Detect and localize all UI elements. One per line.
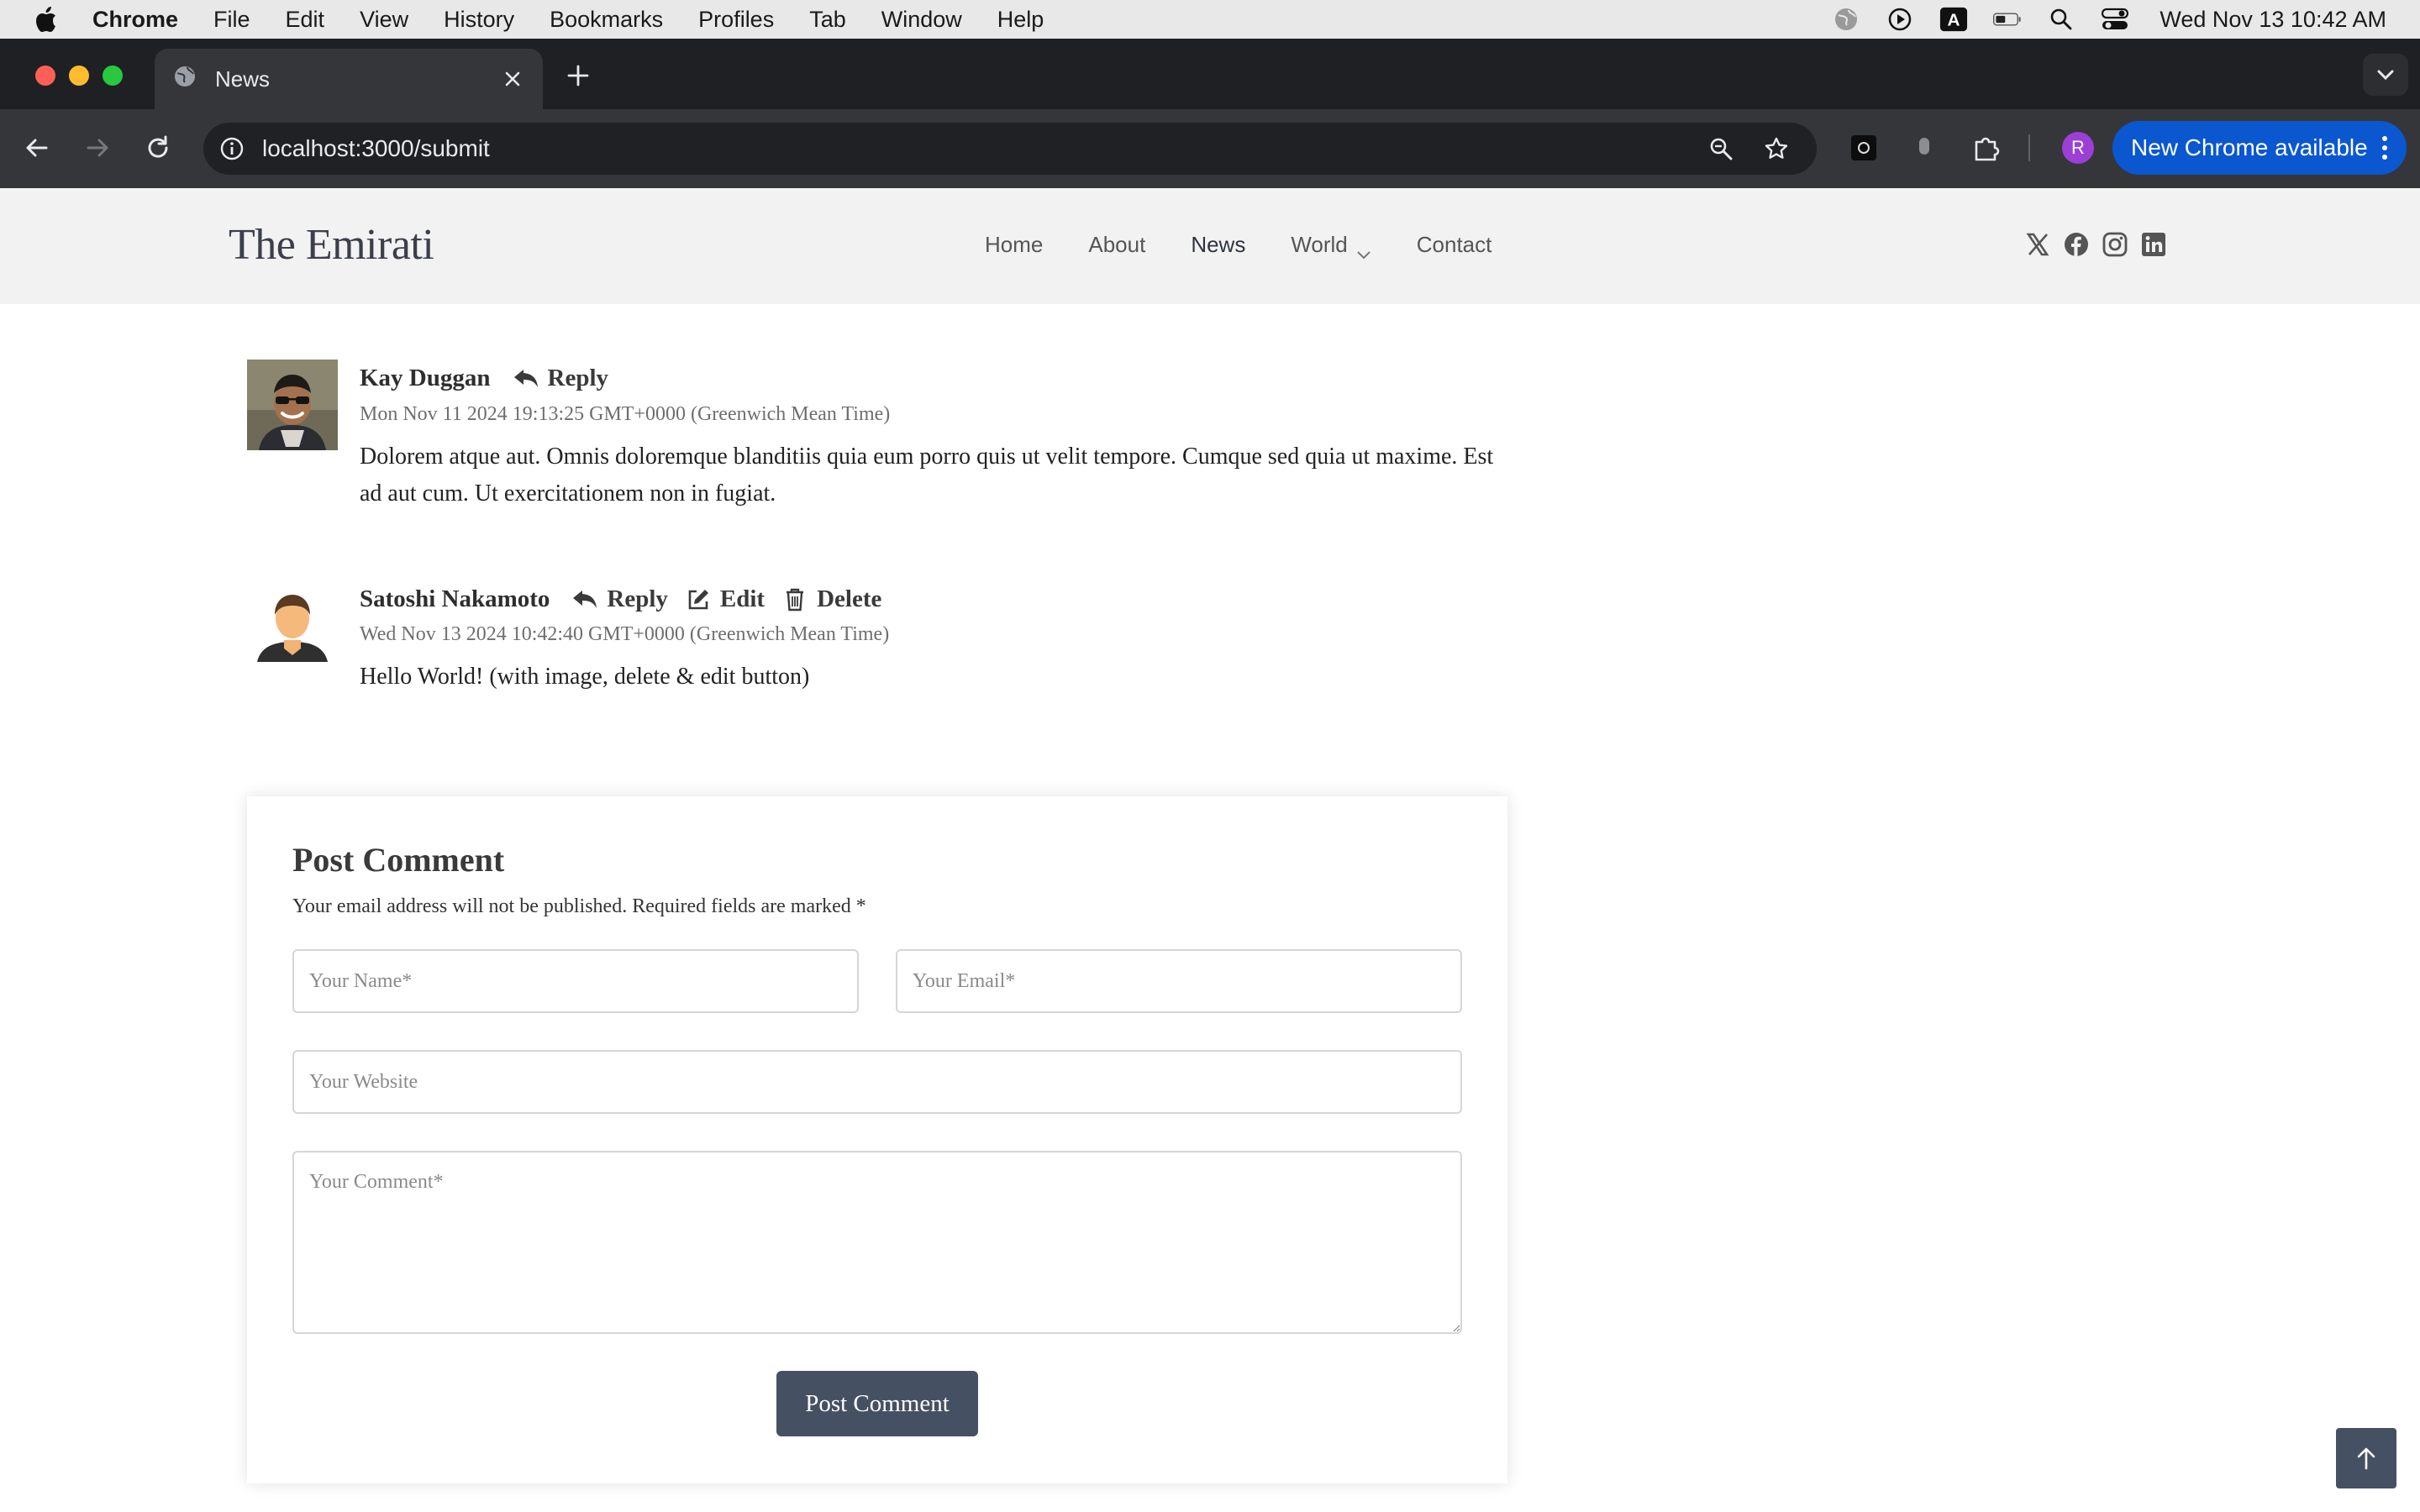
comment-author: Satoshi Nakamoto: [360, 585, 550, 612]
scroll-to-top-button[interactable]: [2336, 1428, 2396, 1488]
menu-window[interactable]: Window: [881, 7, 962, 33]
nav-news[interactable]: News: [1191, 232, 1245, 258]
window-close-button[interactable]: [35, 66, 55, 86]
chevron-down-icon: [1356, 240, 1371, 259]
nav-world-label: World: [1291, 232, 1348, 257]
edit-pencil-icon: [685, 587, 712, 612]
menu-profiles[interactable]: Profiles: [698, 7, 774, 33]
nav-about[interactable]: About: [1088, 232, 1145, 258]
avatar: [247, 581, 338, 672]
globe-icon[interactable]: [1832, 5, 1860, 34]
comment-date: Mon Nov 11 2024 19:13:25 GMT+0000 (Green…: [360, 403, 891, 425]
menu-history[interactable]: History: [444, 7, 514, 33]
back-arrow-icon[interactable]: [22, 133, 52, 163]
reply-label: Reply: [607, 585, 668, 612]
play-icon[interactable]: [1886, 5, 1914, 34]
facebook-icon[interactable]: [2064, 232, 2089, 257]
nav-world[interactable]: World: [1291, 232, 1371, 259]
delete-label: Delete: [817, 585, 882, 612]
extension-mic-icon[interactable]: [1909, 133, 1939, 163]
reload-icon[interactable]: [143, 133, 173, 163]
menu-app-name[interactable]: Chrome: [92, 7, 178, 33]
extension-square-icon[interactable]: [1849, 133, 1879, 163]
extensions-puzzle-icon[interactable]: [1971, 133, 2002, 163]
x-icon[interactable]: [2025, 232, 2050, 257]
keyboard-input-icon[interactable]: A: [1939, 5, 1968, 34]
toolbar-divider: [2028, 134, 2030, 161]
address-url[interactable]: localhost:3000/submit: [262, 135, 1706, 162]
email-input[interactable]: [896, 949, 1462, 1013]
delete-button[interactable]: Delete: [781, 585, 881, 613]
window-minimize-button[interactable]: [69, 66, 89, 86]
nav-contact[interactable]: Contact: [1417, 232, 1492, 258]
menu-tab[interactable]: Tab: [809, 7, 846, 33]
site-logo[interactable]: The Emirati: [229, 220, 434, 270]
form-title: Post Comment: [292, 841, 505, 879]
tab-title: News: [215, 66, 271, 92]
reply-label: Reply: [547, 365, 609, 391]
new-tab-plus-icon[interactable]: [565, 62, 592, 89]
menu-file[interactable]: File: [213, 7, 250, 33]
svg-text:A: A: [1948, 11, 1960, 30]
browser-tab-active[interactable]: News: [155, 49, 543, 109]
site-info-icon[interactable]: [218, 135, 245, 162]
reply-arrow-icon: [571, 587, 598, 612]
profile-avatar[interactable]: R: [2062, 132, 2094, 164]
forward-arrow-icon[interactable]: [82, 133, 113, 163]
new-chrome-available-button[interactable]: New Chrome available: [2112, 121, 2407, 175]
linkedin-icon[interactable]: [2141, 232, 2166, 257]
reply-arrow-icon: [513, 366, 539, 391]
spotlight-search-icon[interactable]: [2047, 5, 2075, 34]
site-nav: Home About News World Contact: [985, 232, 1537, 259]
reply-button[interactable]: Reply: [513, 365, 609, 392]
comment-textarea[interactable]: [292, 1151, 1462, 1334]
social-links: [2025, 232, 2166, 257]
comment-header: Satoshi Nakamoto Reply Edit Delete: [360, 585, 898, 613]
arrow-up-icon: [2357, 1447, 2375, 1470]
comment-body: Hello World! (with image, delete & edit …: [360, 664, 810, 690]
post-comment-button[interactable]: Post Comment: [776, 1371, 978, 1436]
comment-body: Dolorem atque aut. Omnis doloremque blan…: [360, 444, 1494, 507]
tab-close-icon[interactable]: [501, 67, 524, 91]
macos-menubar: Chrome File Edit View History Bookmarks …: [0, 0, 2420, 39]
post-comment-card: Post Comment Your email address will not…: [247, 796, 1507, 1483]
trash-icon: [781, 587, 808, 612]
menu-edit[interactable]: Edit: [286, 7, 325, 33]
kebab-menu-icon[interactable]: [2381, 134, 2388, 161]
zoom-magnifier-icon[interactable]: [1706, 134, 1736, 164]
tab-search-chevron-icon[interactable]: [2363, 54, 2408, 96]
bookmark-star-icon[interactable]: [1761, 134, 1791, 164]
website-input[interactable]: [292, 1050, 1462, 1114]
edit-button[interactable]: Edit: [685, 585, 765, 613]
name-input[interactable]: [292, 949, 859, 1013]
menubar-status-area: A Wed Nov 13 10:42 AM: [1832, 0, 2386, 39]
battery-icon[interactable]: [1993, 5, 2022, 34]
nav-home[interactable]: Home: [985, 232, 1043, 258]
menubar-clock[interactable]: Wed Nov 13 10:42 AM: [2160, 7, 2386, 33]
window-zoom-button[interactable]: [103, 66, 123, 86]
menu-view[interactable]: View: [360, 7, 408, 33]
comment-header: Kay Duggan Reply: [360, 365, 625, 392]
reply-button[interactable]: Reply: [571, 585, 668, 613]
comment-author: Kay Duggan: [360, 365, 491, 391]
instagram-icon[interactable]: [2102, 232, 2128, 257]
menu-help[interactable]: Help: [997, 7, 1044, 33]
control-center-icon[interactable]: [2101, 5, 2129, 34]
tab-favicon-globe-icon: [173, 65, 197, 94]
menu-bookmarks[interactable]: Bookmarks: [550, 7, 663, 33]
edit-label: Edit: [719, 585, 765, 612]
avatar: [247, 360, 338, 450]
apple-icon[interactable]: [34, 5, 59, 34]
form-note: Your email address will not be published…: [292, 895, 866, 917]
update-label: New Chrome available: [2131, 134, 2368, 160]
address-bar[interactable]: localhost:3000/submit: [203, 123, 1817, 175]
comment-date: Wed Nov 13 2024 10:42:40 GMT+0000 (Green…: [360, 623, 890, 645]
